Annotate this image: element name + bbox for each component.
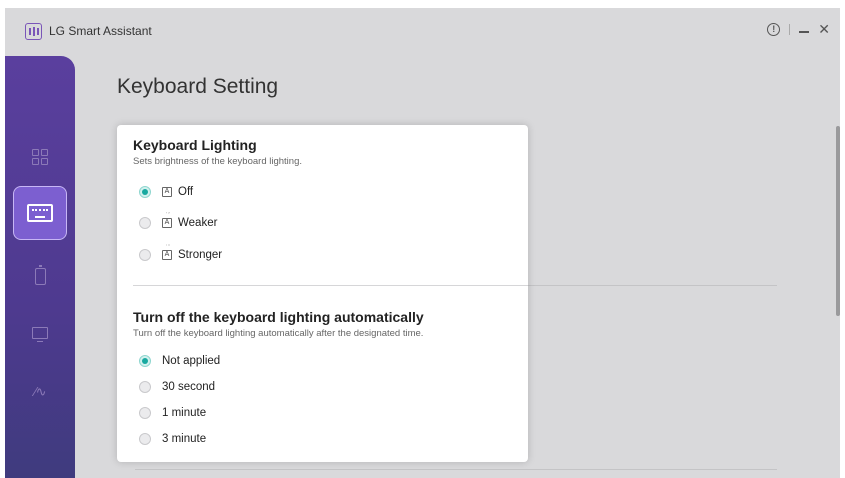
sidebar: ⁄∿	[5, 56, 75, 478]
radio-button[interactable]	[139, 355, 151, 367]
keyboard-settings-panel: Keyboard Lighting Sets brightness of the…	[117, 125, 528, 462]
lighting-option-off[interactable]: A Off	[139, 184, 193, 200]
keyboard-lighting-description: Sets brightness of the keyboard lighting…	[133, 156, 302, 167]
radio-button[interactable]	[139, 217, 151, 229]
title-bar: LG Smart Assistant ! ✕	[5, 8, 840, 56]
key-light-strong-icon: ˈˈˈ A	[162, 245, 172, 260]
info-icon[interactable]: !	[767, 22, 781, 36]
sidebar-item-sound[interactable]: ⁄∿	[13, 365, 67, 419]
dashboard-icon	[32, 149, 48, 165]
lighting-option-stronger[interactable]: ˈˈˈ A Stronger	[139, 245, 223, 263]
sound-wave-icon: ⁄∿	[34, 384, 46, 399]
radio-button[interactable]	[139, 381, 151, 393]
card-divider	[133, 285, 528, 286]
keyboard-icon	[27, 204, 53, 222]
app-window: LG Smart Assistant ! ✕ ⁄∿ Keyboard Setti…	[5, 8, 840, 478]
option-label: Off	[178, 186, 194, 198]
auto-off-option-not-applied[interactable]: Not applied	[139, 353, 220, 369]
sidebar-item-keyboard[interactable]	[13, 186, 67, 240]
radio-button[interactable]	[139, 249, 151, 261]
key-light-weak-icon: ˙ˈ˙ A	[162, 213, 172, 228]
auto-off-title: Turn off the keyboard lighting automatic…	[133, 309, 424, 325]
key-light-off-icon: A	[162, 187, 172, 197]
option-label: 1 minute	[162, 407, 207, 419]
title-separator	[789, 23, 791, 35]
minimize-icon[interactable]	[799, 31, 810, 33]
monitor-icon	[32, 327, 48, 343]
close-icon[interactable]: ✕	[818, 22, 830, 36]
page-title: Keyboard Setting	[117, 75, 279, 98]
radio-button[interactable]	[139, 407, 151, 419]
option-label: 30 second	[162, 381, 216, 393]
radio-button[interactable]	[139, 186, 151, 198]
sidebar-item-battery[interactable]	[13, 249, 67, 303]
option-label: Stronger	[178, 249, 223, 261]
option-label: Not applied	[162, 355, 221, 367]
scrollbar[interactable]	[836, 126, 840, 316]
battery-icon	[34, 264, 46, 285]
sidebar-item-dashboard[interactable]	[13, 130, 67, 184]
auto-off-option-30-second[interactable]: 30 second	[139, 379, 215, 395]
section-divider-bottom	[135, 469, 777, 470]
option-label: Weaker	[178, 217, 218, 229]
lg-smart-assistant-logo-icon	[25, 23, 42, 40]
auto-off-description: Turn off the keyboard lighting automatic…	[133, 328, 424, 339]
section-divider	[525, 285, 777, 286]
app-title: LG Smart Assistant	[49, 24, 152, 38]
lighting-option-weaker[interactable]: ˙ˈ˙ A Weaker	[139, 213, 218, 231]
auto-off-option-3-minute[interactable]: 3 minute	[139, 431, 206, 447]
auto-off-option-1-minute[interactable]: 1 minute	[139, 405, 206, 421]
radio-button[interactable]	[139, 433, 151, 445]
option-label: 3 minute	[162, 433, 207, 445]
keyboard-lighting-title: Keyboard Lighting	[133, 137, 257, 153]
sidebar-item-display[interactable]	[13, 306, 67, 360]
window-controls: ! ✕	[767, 22, 830, 36]
